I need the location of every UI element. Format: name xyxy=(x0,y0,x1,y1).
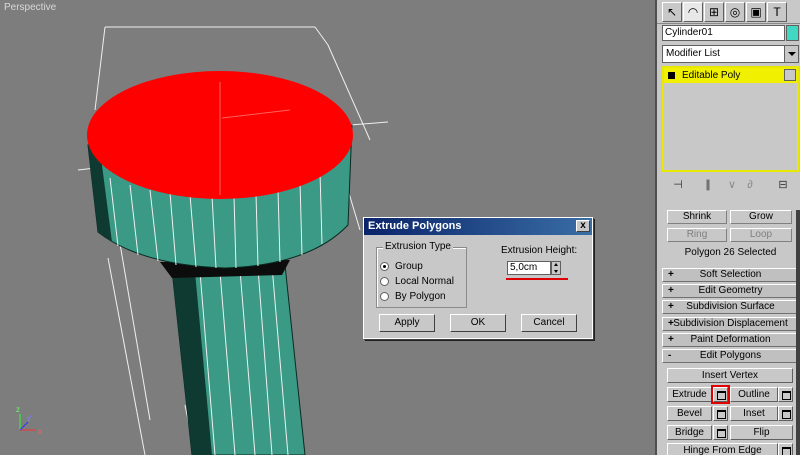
outline-settings-icon[interactable] xyxy=(778,387,793,402)
hierarchy-tab-icon[interactable]: ⊞ xyxy=(704,2,724,22)
app-window: x z y Perspective Extrude Polygons x Ext… xyxy=(0,0,800,455)
radio-group-indicator[interactable] xyxy=(380,262,389,271)
rollout-edit-polygons[interactable]: - Edit Polygons xyxy=(662,349,799,363)
cancel-button[interactable]: Cancel xyxy=(521,314,577,332)
panel-scrollbar[interactable] xyxy=(796,210,800,455)
extrusion-height-label: Extrusion Height: xyxy=(501,245,578,256)
rollout-sign: + xyxy=(668,334,674,345)
motion-tab-icon[interactable]: ◎ xyxy=(725,2,745,22)
hinge-from-edge-button[interactable]: Hinge From Edge xyxy=(667,443,778,455)
create-tab-icon[interactable]: ↖ xyxy=(662,2,682,22)
extrude-polygons-dialog: Extrude Polygons x Extrusion Type Group … xyxy=(363,217,593,339)
insert-vertex-button[interactable]: Insert Vertex xyxy=(667,368,793,383)
extrude-settings-icon[interactable] xyxy=(711,385,730,404)
rollout-sign: + xyxy=(668,269,674,280)
stack-toolbar: ⊣ ∥ ∨ ∂ ⊟ xyxy=(662,177,799,193)
axis-gizmo: x z y xyxy=(16,405,42,436)
object-name-field[interactable]: Cylinder01 xyxy=(662,25,785,41)
radio-by-polygon[interactable]: By Polygon xyxy=(380,291,446,302)
inset-settings-icon[interactable] xyxy=(778,406,793,421)
radio-by-polygon-label: By Polygon xyxy=(395,291,446,302)
rollout-label: Soft Selection xyxy=(699,269,762,280)
command-panel: ↖ ◠ ⊞ ◎ ▣ T Cylinder01 Modifier List Edi… xyxy=(655,0,800,455)
chevron-down-icon[interactable] xyxy=(784,46,798,62)
stack-item-editable-poly[interactable]: Editable Poly xyxy=(664,68,797,83)
pin-stack-icon[interactable]: ⊣ xyxy=(670,177,686,193)
axis-y-label: y xyxy=(27,413,31,422)
ring-button[interactable]: Ring xyxy=(667,228,727,242)
ok-button[interactable]: OK xyxy=(450,314,506,332)
dialog-title-bar[interactable]: Extrude Polygons x xyxy=(364,218,592,235)
radio-group-label: Group xyxy=(395,261,423,272)
rollout-soft-selection[interactable]: + Soft Selection xyxy=(662,268,799,282)
modifier-stack[interactable]: Editable Poly xyxy=(662,66,799,172)
extrusion-height-input[interactable]: 5,0cm xyxy=(507,261,551,275)
rollout-label: Edit Polygons xyxy=(699,350,762,361)
visibility-icon[interactable] xyxy=(784,69,796,81)
radio-local-normal-label: Local Normal xyxy=(395,276,454,287)
flip-button[interactable]: Flip xyxy=(730,425,793,440)
command-panel-tabs: ↖ ◠ ⊞ ◎ ▣ T xyxy=(657,0,800,24)
cylinder-head xyxy=(87,71,353,269)
show-end-result-icon[interactable]: ∥ xyxy=(700,177,716,193)
radio-group[interactable]: Group xyxy=(380,261,423,272)
configure-sets-icon[interactable]: ⊟ xyxy=(775,177,791,193)
perspective-viewport[interactable]: x z y Perspective Extrude Polygons x Ext… xyxy=(0,0,655,455)
utilities-tab-icon[interactable]: T xyxy=(767,2,787,22)
rollout-sign: - xyxy=(668,350,672,361)
rollout-subdivision-surface[interactable]: + Subdivision Surface xyxy=(662,300,799,314)
rollout-label: Paint Deformation xyxy=(690,334,771,345)
rollout-sign: + xyxy=(668,318,674,329)
remove-modifier-icon[interactable]: ∂ xyxy=(742,177,758,193)
make-unique-icon[interactable]: ∨ xyxy=(724,177,740,193)
stack-item-label: Editable Poly xyxy=(682,70,741,81)
selection-status: Polygon 26 Selected xyxy=(684,247,777,258)
axis-x-label: x xyxy=(38,427,42,436)
inset-button[interactable]: Inset xyxy=(730,406,778,421)
radio-by-polygon-indicator[interactable] xyxy=(380,292,389,301)
bevel-button[interactable]: Bevel xyxy=(667,406,712,421)
modifier-list-label: Modifier List xyxy=(666,48,720,59)
rollout-subdivision-displacement[interactable]: + Subdivision Displacement xyxy=(662,317,799,331)
rollout-sign: + xyxy=(668,285,674,296)
highlight-underline xyxy=(506,278,568,280)
modifier-list-dropdown[interactable]: Modifier List xyxy=(662,45,799,63)
close-icon[interactable]: x xyxy=(576,220,590,232)
object-color-swatch[interactable] xyxy=(786,25,799,41)
apply-button[interactable]: Apply xyxy=(379,314,435,332)
rollout-label: Subdivision Displacement xyxy=(673,318,788,329)
display-tab-icon[interactable]: ▣ xyxy=(746,2,766,22)
modify-tab-icon[interactable]: ◠ xyxy=(683,2,703,22)
radio-local-normal[interactable]: Local Normal xyxy=(380,276,454,287)
viewport-label[interactable]: Perspective xyxy=(4,2,56,13)
rollout-label: Edit Geometry xyxy=(698,285,763,296)
bridge-button[interactable]: Bridge xyxy=(667,425,712,440)
rollout-sign: + xyxy=(668,301,674,312)
rollout-paint-deformation[interactable]: + Paint Deformation xyxy=(662,333,799,347)
extrude-button[interactable]: Extrude xyxy=(667,387,712,402)
hinge-settings-icon[interactable] xyxy=(778,443,793,455)
grow-button[interactable]: Grow xyxy=(730,210,792,224)
extrusion-height-spinner[interactable] xyxy=(551,261,561,275)
dialog-title: Extrude Polygons xyxy=(368,220,462,232)
radio-local-normal-indicator[interactable] xyxy=(380,277,389,286)
outline-button[interactable]: Outline xyxy=(730,387,778,402)
expand-icon[interactable] xyxy=(668,72,675,79)
axis-z-label: z xyxy=(16,405,20,414)
cylinder-shaft xyxy=(160,260,306,455)
extrusion-type-label: Extrusion Type xyxy=(383,241,453,252)
loop-button[interactable]: Loop xyxy=(730,228,792,242)
bridge-settings-icon[interactable] xyxy=(713,425,728,440)
rollout-edit-geometry[interactable]: + Edit Geometry xyxy=(662,284,799,298)
rollout-label: Subdivision Surface xyxy=(686,301,775,312)
shrink-button[interactable]: Shrink xyxy=(667,210,727,224)
bevel-settings-icon[interactable] xyxy=(713,406,728,421)
